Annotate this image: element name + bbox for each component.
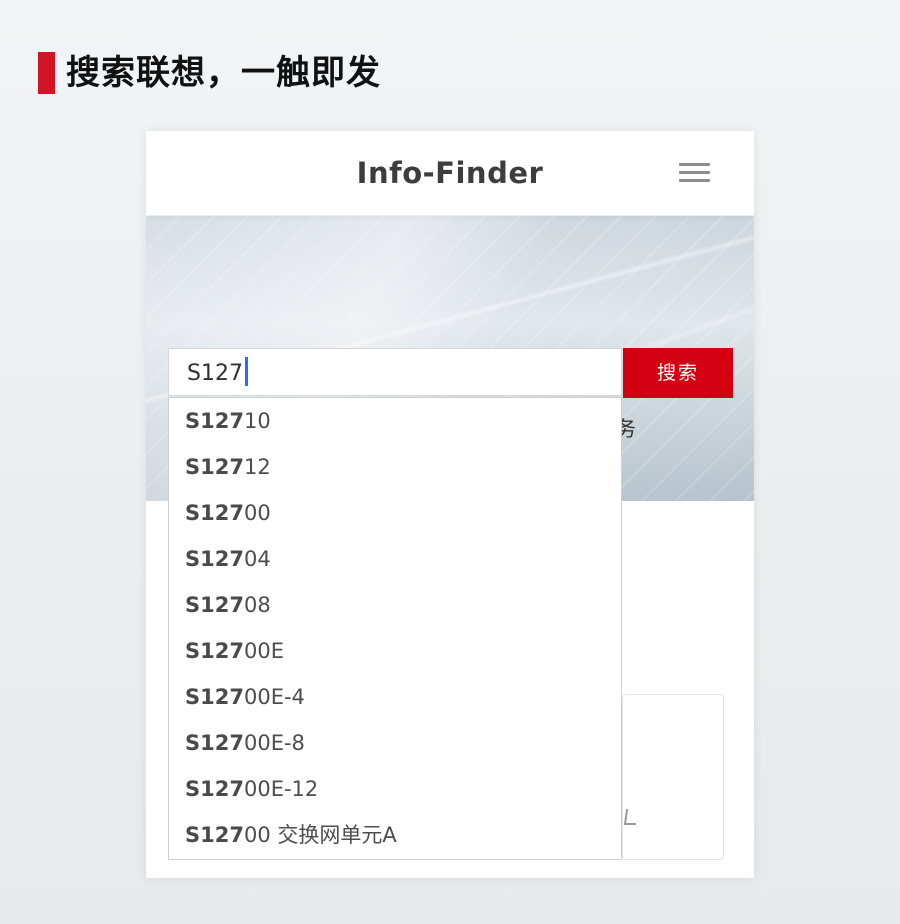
suggestion-item[interactable]: S12700 交换网单元A bbox=[169, 812, 621, 858]
suggestion-match-text: S127 bbox=[185, 455, 244, 479]
suggestion-remainder-text: 00E-8 bbox=[243, 731, 305, 755]
suggestion-match-text: S127 bbox=[185, 639, 244, 663]
suggestion-match-text: S127 bbox=[185, 823, 244, 847]
suggestion-item[interactable]: S12704 bbox=[169, 536, 621, 582]
suggestion-text: S12700E-12 bbox=[185, 766, 318, 812]
suggestion-remainder-text: 00E-12 bbox=[243, 777, 319, 801]
suggestion-match-text: S127 bbox=[185, 777, 244, 801]
app-name: Info-Finder bbox=[356, 156, 544, 190]
suggestion-text: S12704 bbox=[185, 536, 271, 582]
suggestion-text: S12700E-4 bbox=[185, 674, 305, 720]
suggestion-item[interactable]: S12700 bbox=[169, 490, 621, 536]
suggestion-text: S12712 bbox=[185, 444, 271, 490]
suggestion-text: S12708 bbox=[185, 582, 271, 628]
hamburger-menu-button[interactable] bbox=[678, 161, 712, 185]
hamburger-line-bottom bbox=[679, 179, 710, 182]
suggestion-item[interactable]: S12700E-8 bbox=[169, 720, 621, 766]
suggestion-match-text: S127 bbox=[185, 685, 244, 709]
suggestion-remainder-text: 00 交换网单元A bbox=[243, 823, 397, 847]
mobile-app-card: Info-Finder 提供友好、便捷、智能的信息查询服务 S127 搜索 S1… bbox=[146, 131, 754, 878]
search-query-text: S127 bbox=[187, 361, 243, 386]
suggestion-match-text: S127 bbox=[185, 501, 244, 525]
suggestion-text: S12700E-8 bbox=[185, 720, 305, 766]
suggestion-remainder-text: 10 bbox=[243, 409, 271, 433]
suggestion-text: S12700E bbox=[185, 628, 284, 674]
suggestion-text: S12710 bbox=[185, 398, 271, 444]
app-header: Info-Finder bbox=[146, 131, 754, 216]
partial-glyph-mark bbox=[623, 809, 639, 825]
suggestion-match-text: S127 bbox=[185, 593, 244, 617]
suggestion-text: S12700 交换网单元A bbox=[185, 812, 397, 858]
page-title: 搜索联想，一触即发 bbox=[66, 53, 381, 93]
suggestion-remainder-text: 12 bbox=[243, 455, 271, 479]
search-button[interactable]: 搜索 bbox=[623, 348, 733, 398]
hamburger-line-middle bbox=[679, 171, 710, 174]
suggestion-remainder-text: 00E bbox=[243, 639, 284, 663]
text-caret-icon bbox=[244, 357, 248, 386]
suggestion-item[interactable]: S12700E-4 bbox=[169, 674, 621, 720]
suggestion-match-text: S127 bbox=[185, 547, 244, 571]
suggestion-remainder-text: 04 bbox=[243, 547, 271, 571]
suggestion-item[interactable]: S12710 bbox=[169, 398, 621, 444]
background-content-card bbox=[622, 694, 724, 860]
suggestion-match-text: S127 bbox=[185, 731, 244, 755]
suggestion-remainder-text: 00E-4 bbox=[243, 685, 305, 709]
suggestion-remainder-text: 00 bbox=[243, 501, 271, 525]
hamburger-line-top bbox=[679, 163, 710, 166]
search-suggestions-dropdown: S12710 S12712 S12700 S12704 S12708 S1270… bbox=[168, 397, 622, 860]
title-accent-bar bbox=[38, 52, 55, 94]
search-input[interactable]: S127 bbox=[168, 348, 622, 396]
suggestion-item[interactable]: S12700E bbox=[169, 628, 621, 674]
suggestion-item[interactable]: S12708 bbox=[169, 582, 621, 628]
suggestion-item[interactable]: S12712 bbox=[169, 444, 621, 490]
suggestion-text: S12700 bbox=[185, 490, 271, 536]
suggestion-match-text: S127 bbox=[185, 409, 244, 433]
suggestion-item[interactable]: S12700E-12 bbox=[169, 766, 621, 812]
search-input-value[interactable]: S127 bbox=[187, 349, 248, 397]
suggestion-remainder-text: 08 bbox=[243, 593, 271, 617]
